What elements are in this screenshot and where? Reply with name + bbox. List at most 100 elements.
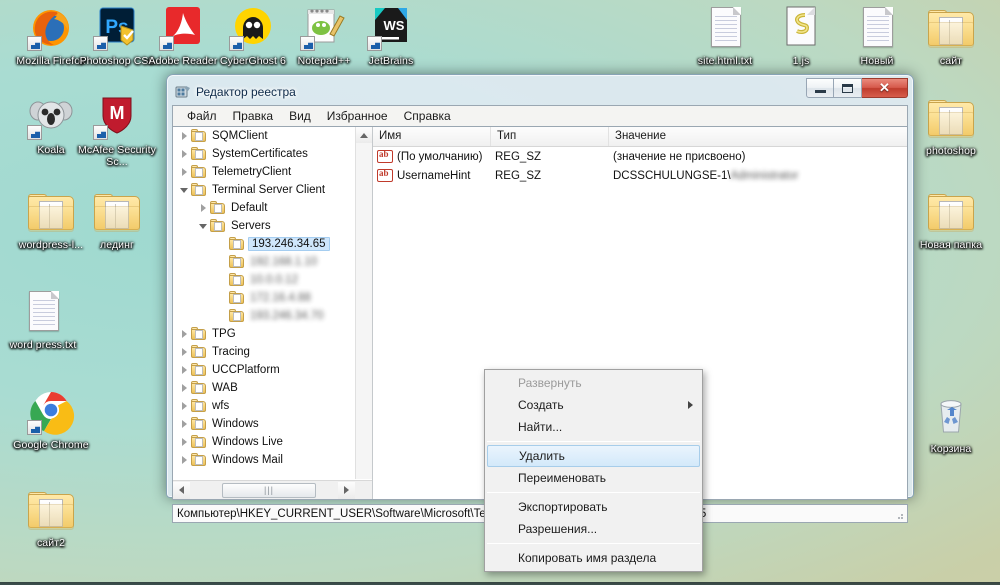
column-header-type[interactable]: Тип: [491, 127, 609, 146]
close-button[interactable]: ✕: [862, 78, 908, 98]
registry-tree-pane[interactable]: SQMClient SystemCertificates TelemetryClie…: [173, 127, 373, 499]
context-menu-item-label: Удалить: [519, 449, 565, 463]
expand-arrow-icon[interactable]: [177, 433, 191, 451]
tree-node[interactable]: 172.16.4.88: [173, 289, 372, 307]
tree-node[interactable]: Terminal Server Client: [173, 181, 372, 199]
tree-node[interactable]: 192.168.1.10: [173, 253, 372, 271]
tree-horizontal-scrollbar[interactable]: |||: [173, 480, 372, 499]
value-name-cell: UsernameHint: [397, 169, 471, 182]
expand-arrow-icon[interactable]: [177, 325, 191, 343]
collapse-arrow-icon[interactable]: [177, 181, 191, 199]
folder-icon: [927, 188, 975, 236]
js-file-icon: [777, 4, 825, 52]
maximize-button[interactable]: [834, 78, 862, 98]
tree-node[interactable]: Tracing: [173, 343, 372, 361]
tree-node[interactable]: SystemCertificates: [173, 145, 372, 163]
regedit-icon: [175, 84, 191, 100]
folder-icon: [210, 200, 225, 215]
desktop-icon-sait2-folder[interactable]: сайт2: [8, 486, 94, 549]
column-header-name[interactable]: Имя: [373, 127, 491, 146]
tree-vertical-scrollbar[interactable]: [355, 127, 372, 479]
window-buttons[interactable]: ✕: [806, 78, 908, 98]
tree-node-label: Tracing: [212, 346, 250, 358]
scroll-left-button[interactable]: [173, 481, 190, 499]
tree-node[interactable]: Windows: [173, 415, 372, 433]
context-menu[interactable]: Развернуть Создать Найти... Удалить Переимен…: [484, 369, 703, 572]
menu-item-edit[interactable]: Правка: [225, 107, 282, 125]
table-row[interactable]: ab (По умолчанию) REG_SZ (значение не присв…: [373, 147, 907, 166]
desktop-icon-chrome[interactable]: Google Chrome: [8, 388, 94, 451]
tree-node[interactable]: UCCPlatform: [173, 361, 372, 379]
tree-node[interactable]: TPG: [173, 325, 372, 343]
expand-arrow-icon[interactable]: [177, 145, 191, 163]
tree-node[interactable]: WAB: [173, 379, 372, 397]
table-row[interactable]: ab UsernameHint REG_SZ DCSSCHULUNGSE-1\Admi…: [373, 166, 907, 185]
column-header-value[interactable]: Значение: [609, 127, 907, 146]
expand-arrow-icon[interactable]: [177, 343, 191, 361]
desktop-icon-mcafee[interactable]: M McAfee Security Sc...: [74, 93, 160, 168]
desktop-icon-leding-folder[interactable]: лединг: [74, 188, 160, 251]
menu-item-favorites[interactable]: Избранное: [319, 107, 396, 125]
desktop-icon-photoshop-folder[interactable]: photoshop: [908, 94, 994, 157]
svg-text:WS: WS: [384, 18, 405, 33]
expand-arrow-icon[interactable]: [177, 397, 191, 415]
context-menu-item[interactable]: Найти...: [485, 416, 702, 438]
tree-node[interactable]: Windows Live: [173, 433, 372, 451]
collapse-arrow-icon[interactable]: [196, 217, 210, 235]
list-header[interactable]: Имя Тип Значение: [373, 127, 907, 147]
tree-node[interactable]: Servers: [173, 217, 372, 235]
folder-icon: [191, 452, 206, 467]
expand-arrow-icon[interactable]: [196, 199, 210, 217]
scroll-up-button[interactable]: [356, 127, 372, 143]
context-menu-item[interactable]: Переименовать: [485, 467, 702, 489]
expand-arrow-icon[interactable]: [177, 415, 191, 433]
text-file-icon: [701, 4, 749, 52]
expand-arrow-icon[interactable]: [177, 451, 191, 469]
tree-node-label: 193.246.34.65: [248, 237, 330, 251]
menu-item-view[interactable]: Вид: [281, 107, 319, 125]
context-menu-item[interactable]: Экспортировать: [485, 496, 702, 518]
tree-node[interactable]: 193.246.34.70: [173, 307, 372, 325]
desktop-icon-new-folder[interactable]: Новая папка: [908, 188, 994, 251]
minimize-button[interactable]: [806, 78, 834, 98]
tree-node[interactable]: Windows Mail: [173, 451, 372, 469]
expand-arrow-icon[interactable]: [177, 127, 191, 145]
tree-node[interactable]: 193.246.34.65: [173, 235, 372, 253]
horizontal-scroll-thumb[interactable]: |||: [222, 482, 316, 498]
notepadpp-icon: [300, 4, 348, 52]
registry-editor-window[interactable]: Редактор реестра ✕ Файл Правка Вид Избра…: [166, 74, 914, 572]
desktop-icon-sait-folder[interactable]: сайт: [908, 4, 994, 67]
context-menu-item[interactable]: Копировать имя раздела: [485, 547, 702, 569]
desktop-icon-wordpress-txt[interactable]: word press.txt: [0, 288, 86, 351]
tree-node[interactable]: SQMClient: [173, 127, 372, 145]
context-menu-item[interactable]: Создать: [485, 394, 702, 416]
menu-item-help[interactable]: Справка: [396, 107, 459, 125]
menu-separator: [487, 492, 700, 493]
expand-arrow-icon[interactable]: [177, 163, 191, 181]
expand-arrow-icon[interactable]: [177, 361, 191, 379]
scroll-right-button[interactable]: [338, 481, 355, 499]
desktop-icon-1-js[interactable]: 1.js: [758, 4, 844, 67]
folder-icon: [927, 4, 975, 52]
context-menu-item[interactable]: Удалить: [487, 445, 700, 467]
desktop-icon-site-html-txt[interactable]: site.html.txt: [682, 4, 768, 67]
context-menu-item[interactable]: Разрешения...: [485, 518, 702, 540]
tree-node[interactable]: Default: [173, 199, 372, 217]
desktop-icon-label: Google Chrome: [13, 439, 89, 451]
resize-grip[interactable]: [894, 510, 904, 520]
desktop-icon-label: Корзина: [930, 443, 972, 455]
tree-node[interactable]: TelemetryClient: [173, 163, 372, 181]
desktop-icon-jetbrains[interactable]: WS JetBrains: [348, 4, 434, 67]
registry-tree[interactable]: SQMClient SystemCertificates TelemetryClie…: [173, 127, 372, 479]
tree-node[interactable]: wfs: [173, 397, 372, 415]
desktop-icon-recycle-bin[interactable]: Корзина: [908, 392, 994, 455]
menu-item-file[interactable]: Файл: [179, 107, 225, 125]
folder-icon: [191, 128, 206, 143]
menu-bar[interactable]: Файл Правка Вид Избранное Справка: [172, 105, 908, 126]
list-body[interactable]: ab (По умолчанию) REG_SZ (значение не присв…: [373, 147, 907, 185]
tree-node[interactable]: 10.0.0.12: [173, 271, 372, 289]
window-title-bar[interactable]: Редактор реестра ✕: [172, 78, 908, 105]
folder-icon: [229, 290, 244, 305]
expand-arrow-icon[interactable]: [177, 379, 191, 397]
desktop-icon-label: photoshop: [926, 145, 976, 157]
